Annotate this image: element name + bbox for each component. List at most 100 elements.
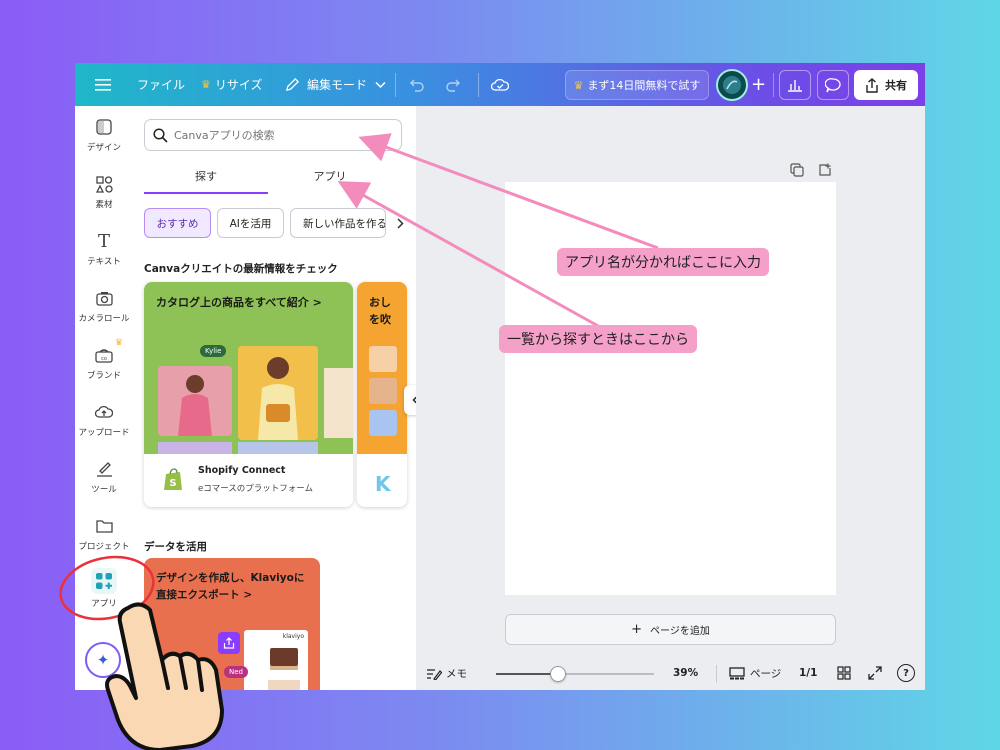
crown-icon: ♛ bbox=[201, 78, 211, 91]
rail-label: アップロード bbox=[78, 428, 130, 438]
divider bbox=[395, 73, 396, 97]
chevron-down-icon bbox=[375, 81, 386, 88]
add-collaborator-icon[interactable]: + bbox=[751, 63, 766, 106]
free-trial-button[interactable]: ♛ まず14日間無料で試す bbox=[565, 70, 709, 100]
chip-create-new[interactable]: 新しい作品を作る bbox=[290, 208, 386, 238]
file-menu[interactable]: ファイル bbox=[137, 63, 185, 106]
callout-search-hint: アプリ名が分かればここに入力 bbox=[557, 248, 769, 276]
notes-button[interactable]: メモ bbox=[426, 666, 467, 681]
card-banner: おし を吹 bbox=[357, 282, 407, 454]
layout-icon bbox=[93, 116, 115, 138]
pages-label: ページ bbox=[750, 668, 782, 680]
share-icon bbox=[866, 77, 878, 93]
edit-mode-label: 編集モード bbox=[307, 78, 368, 92]
edit-mode-dropdown[interactable]: 編集モード bbox=[285, 63, 386, 106]
product-photo bbox=[324, 368, 353, 438]
upload-icon bbox=[93, 401, 115, 423]
tab-apps[interactable]: アプリ bbox=[268, 168, 392, 184]
active-tab-indicator bbox=[144, 192, 268, 194]
section-title: Canvaクリエイトの最新情報をチェック bbox=[144, 263, 338, 275]
duplicate-page-icon[interactable] bbox=[790, 162, 804, 181]
rail-item-brand[interactable]: co ♛ ブランド bbox=[75, 338, 133, 381]
card-title: デザインを作成し、Klaviyoに直接エクスポート > bbox=[156, 572, 305, 601]
zoom-level[interactable]: 39% bbox=[673, 667, 698, 679]
grid-view-icon[interactable] bbox=[837, 666, 851, 683]
divider bbox=[716, 665, 717, 683]
product-photo bbox=[238, 442, 318, 454]
chip-recommended[interactable]: おすすめ bbox=[144, 208, 211, 238]
section-title: データを活用 bbox=[144, 541, 207, 553]
page-count: 1/1 bbox=[799, 667, 818, 679]
chip-ai[interactable]: AIを活用 bbox=[217, 208, 284, 238]
shopify-icon: S bbox=[162, 468, 184, 492]
undo-icon[interactable] bbox=[409, 63, 425, 106]
product-photo bbox=[158, 442, 232, 454]
rail-item-tools[interactable]: ツール bbox=[75, 458, 133, 495]
pencil-icon bbox=[285, 77, 300, 92]
menu-icon[interactable] bbox=[95, 63, 111, 106]
design-page[interactable] bbox=[505, 182, 836, 595]
zoom-slider[interactable] bbox=[496, 666, 654, 682]
card-title: おし を吹 bbox=[369, 296, 391, 326]
add-page-button[interactable]: + ページを追加 bbox=[505, 614, 836, 645]
resize-label: リサイズ bbox=[214, 78, 263, 92]
avatar[interactable] bbox=[716, 69, 748, 101]
bottom-bar: メモ 39% ページ 1/1 ? bbox=[416, 658, 925, 690]
apps-icon bbox=[91, 568, 117, 594]
rail-label: ブランド bbox=[86, 371, 121, 381]
svg-text:S: S bbox=[169, 478, 176, 489]
panel-tabs: 探す アプリ bbox=[144, 168, 402, 194]
help-button[interactable]: ? bbox=[897, 664, 915, 682]
design-preview: klaviyo bbox=[244, 630, 308, 690]
rail-label: ツール bbox=[91, 485, 117, 495]
rail-label: テキスト bbox=[87, 257, 121, 267]
avatar-image bbox=[723, 76, 741, 94]
divider bbox=[478, 73, 479, 97]
callout-browse-hint: 一覧から探すときはここから bbox=[499, 325, 697, 353]
rail-item-text[interactable]: T テキスト bbox=[75, 230, 133, 268]
search-icon bbox=[153, 127, 168, 143]
rail-label: プロジェクト bbox=[78, 542, 130, 552]
pointing-hand-icon bbox=[100, 600, 240, 750]
add-page-label: ページを追加 bbox=[650, 626, 710, 637]
canva-editor: ファイル ♛ リサイズ 編集モード ♛ まず14日間無料で試す + 共有 デザイ… bbox=[75, 63, 925, 690]
app-card-partial[interactable]: おし を吹 K bbox=[357, 282, 407, 507]
insights-button[interactable] bbox=[779, 70, 811, 100]
share-label: 共有 bbox=[885, 79, 907, 92]
app-card-shopify[interactable]: カタログ上の商品をすべて紹介 > Kylie S Shopify Connect… bbox=[144, 282, 353, 507]
comment-icon bbox=[825, 77, 841, 92]
rail-item-upload[interactable]: アップロード bbox=[75, 401, 133, 438]
pages-icon bbox=[729, 667, 745, 680]
redo-icon[interactable] bbox=[445, 63, 461, 106]
search-input[interactable] bbox=[174, 128, 384, 142]
rail-item-design[interactable]: デザイン bbox=[75, 116, 133, 153]
resize-button[interactable]: ♛ リサイズ bbox=[201, 63, 263, 106]
name-tag: Kylie bbox=[200, 345, 227, 357]
rail-item-projects[interactable]: プロジェクト bbox=[75, 515, 133, 552]
rail-label: デザイン bbox=[86, 143, 121, 153]
share-button[interactable]: 共有 bbox=[854, 70, 918, 100]
add-page-icon[interactable] bbox=[818, 162, 832, 181]
pages-button[interactable]: ページ bbox=[729, 666, 781, 681]
chevron-right-icon[interactable] bbox=[386, 208, 414, 238]
rail-label: 素材 bbox=[95, 200, 113, 210]
app-name: Shopify Connect bbox=[198, 465, 286, 476]
tab-discover[interactable]: 探す bbox=[144, 168, 268, 184]
rail-item-camera-roll[interactable]: カメラロール bbox=[75, 287, 133, 324]
elements-icon bbox=[93, 173, 115, 195]
zoom-slider-thumb[interactable] bbox=[549, 666, 566, 682]
brand-icon: co ♛ bbox=[93, 338, 123, 366]
card-title: カタログ上の商品をすべて紹介 > bbox=[156, 296, 322, 309]
rail-item-elements[interactable]: 素材 bbox=[75, 173, 133, 210]
comment-button[interactable] bbox=[817, 70, 849, 100]
cloud-save-icon[interactable] bbox=[491, 63, 509, 106]
camera-icon bbox=[93, 287, 115, 309]
svg-text:co: co bbox=[101, 356, 107, 362]
product-photo bbox=[238, 346, 318, 440]
avatar-thumbnail bbox=[369, 410, 397, 436]
app-search-box[interactable] bbox=[144, 119, 402, 151]
fullscreen-icon[interactable] bbox=[868, 666, 882, 683]
free-trial-label: まず14日間無料で試す bbox=[587, 79, 701, 92]
draw-icon bbox=[93, 458, 115, 480]
avatar-thumbnail bbox=[369, 346, 397, 372]
